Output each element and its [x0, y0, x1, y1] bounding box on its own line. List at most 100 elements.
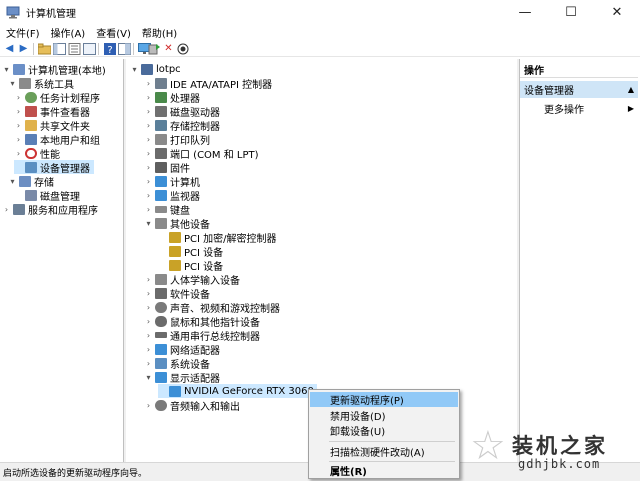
tree-expander[interactable]: ▾ — [8, 79, 17, 88]
device-category[interactable]: › IDE ATA/ATAPI 控制器 — [144, 76, 272, 91]
folder-up-icon[interactable] — [38, 42, 51, 55]
tree-expander[interactable]: › — [144, 205, 153, 214]
menu-action[interactable]: 操作(A) — [46, 25, 91, 40]
device-category[interactable]: › 声音、视频和游戏控制器 — [144, 300, 280, 315]
tree-item-task-scheduler[interactable]: › 任务计划程序 — [14, 90, 100, 105]
tree-expander[interactable]: ▾ — [2, 65, 11, 74]
tree-expander[interactable]: › — [144, 275, 153, 284]
device-category[interactable]: › 磁盘驱动器 — [144, 104, 220, 119]
tree-expander[interactable]: › — [14, 107, 23, 116]
performance-icon — [25, 147, 37, 159]
tree-expander[interactable]: › — [144, 163, 153, 172]
ctx-properties[interactable]: 属性(R) — [310, 463, 458, 478]
tree-item-system-tools[interactable]: ▾ 系统工具 — [8, 76, 74, 91]
tree-expander[interactable]: ▾ — [8, 177, 17, 186]
tree-item-device-manager[interactable]: 设备管理器 — [14, 160, 94, 175]
device-category[interactable]: › 通用串行总线控制器 — [144, 328, 260, 343]
tree-expander[interactable]: › — [144, 93, 153, 102]
more-actions-item[interactable]: 更多操作 ▶ — [544, 101, 638, 116]
menu-view[interactable]: 查看(V) — [91, 25, 136, 40]
tree-expander[interactable]: › — [144, 107, 153, 116]
device-category[interactable]: ▾ 显示适配器 — [144, 370, 220, 385]
device-category[interactable]: › 监视器 — [144, 188, 200, 203]
tree-expander[interactable]: › — [144, 289, 153, 298]
tree-expander[interactable]: › — [144, 191, 153, 200]
ctx-update-driver[interactable]: 更新驱动程序(P) — [310, 392, 458, 407]
menu-file[interactable]: 文件(F) — [1, 25, 45, 40]
enable-device-icon[interactable] — [176, 42, 189, 55]
device-category[interactable]: › 键盘 — [144, 202, 190, 217]
device-category[interactable]: › 端口 (COM 和 LPT) — [144, 146, 259, 161]
tree-expander[interactable]: › — [144, 79, 153, 88]
tree-expander[interactable]: › — [144, 149, 153, 158]
ctx-disable-device[interactable]: 禁用设备(D) — [310, 408, 458, 423]
menu-help[interactable]: 帮助(H) — [137, 25, 182, 40]
show-hide-icon[interactable] — [118, 42, 131, 55]
tree-expander[interactable]: ▾ — [130, 65, 139, 74]
tree-expander[interactable]: › — [144, 135, 153, 144]
device-category[interactable]: › 打印队列 — [144, 132, 210, 147]
tree-expander[interactable]: › — [144, 401, 153, 410]
device-item[interactable]: PCI 加密/解密控制器 — [158, 230, 277, 245]
back-icon[interactable]: ◀ — [3, 42, 16, 55]
close-button[interactable]: ✕ — [594, 0, 640, 24]
device-category[interactable]: › 系统设备 — [144, 356, 210, 371]
device-category[interactable]: › 固件 — [144, 160, 190, 175]
tree-item-shared-folders[interactable]: › 共享文件夹 — [14, 118, 90, 133]
tree-item-services-apps[interactable]: › 服务和应用程序 — [2, 202, 98, 217]
device-category[interactable]: › 人体学输入设备 — [144, 272, 240, 287]
tree-expander[interactable]: › — [14, 93, 23, 102]
local-users-icon — [25, 133, 37, 145]
tree-expander[interactable]: › — [144, 177, 153, 186]
maximize-button[interactable]: ☐ — [548, 0, 594, 24]
list-icon[interactable] — [83, 42, 96, 55]
device-item[interactable]: PCI 设备 — [158, 258, 223, 273]
tree-expander[interactable]: ▾ — [144, 219, 153, 228]
tree-expander[interactable]: › — [14, 149, 23, 158]
tree-expander[interactable]: › — [144, 303, 153, 312]
uninstall-icon[interactable]: ✕ — [162, 42, 175, 55]
tree-expander[interactable]: › — [14, 121, 23, 130]
tree-expander[interactable]: › — [2, 205, 11, 214]
tree-item-computer-management[interactable]: ▾ 计算机管理(本地) — [2, 62, 106, 77]
console-tree-icon[interactable] — [53, 42, 66, 55]
audio-io-icon — [155, 399, 167, 411]
device-category[interactable]: › 计算机 — [144, 174, 200, 189]
tree-item-event-viewer[interactable]: › 事件查看器 — [14, 104, 90, 119]
actions-group-device-manager[interactable]: 设备管理器 ▲ — [520, 81, 638, 98]
forward-icon[interactable]: ▶ — [17, 42, 30, 55]
device-item-nvidia-gpu[interactable]: NVIDIA GeForce RTX 3060 — [158, 384, 317, 398]
event-viewer-icon — [25, 105, 37, 117]
tree-expander[interactable]: › — [144, 331, 153, 340]
tree-expander[interactable]: › — [144, 121, 153, 130]
tree-expander[interactable]: › — [144, 317, 153, 326]
device-category[interactable]: › 处理器 — [144, 90, 200, 105]
tree-item-local-users[interactable]: › 本地用户和组 — [14, 132, 100, 147]
device-root[interactable]: ▾ lotpc — [130, 62, 181, 76]
device-category[interactable]: › 鼠标和其他指针设备 — [144, 314, 260, 329]
device-label: 固件 — [170, 163, 190, 175]
tree-item-storage[interactable]: ▾ 存储 — [8, 174, 54, 189]
console-tree-pane: ▾ 计算机管理(本地) ▾ 系统工具 › 任务计划程序 › 事件查看器 › 共享… — [0, 59, 124, 462]
device-category[interactable]: › 存储控制器 — [144, 118, 220, 133]
tree-expander[interactable]: › — [14, 135, 23, 144]
tree-expander[interactable]: ▾ — [144, 373, 153, 382]
ctx-uninstall-device[interactable]: 卸载设备(U) — [310, 423, 458, 438]
tree-item-disk-management[interactable]: 磁盘管理 — [14, 188, 80, 203]
collapse-up-icon[interactable]: ▲ — [628, 85, 634, 94]
help-icon[interactable]: ? — [103, 42, 116, 55]
device-category[interactable]: › 软件设备 — [144, 286, 210, 301]
device-category[interactable]: ▾ 其他设备 — [144, 216, 210, 231]
device-category[interactable]: › 网络适配器 — [144, 342, 220, 357]
tree-expander[interactable]: › — [144, 359, 153, 368]
ctx-scan-hardware[interactable]: 扫描检测硬件改动(A) — [310, 444, 458, 459]
update-driver-icon[interactable] — [148, 42, 161, 55]
properties-icon[interactable] — [68, 42, 81, 55]
device-item[interactable]: PCI 设备 — [158, 244, 223, 259]
device-category[interactable]: › 音频输入和输出 — [144, 398, 240, 413]
minimize-button[interactable]: — — [502, 0, 548, 24]
tree-item-performance[interactable]: › 性能 — [14, 146, 60, 161]
system-tools-icon — [19, 77, 31, 89]
toolbar: ◀ ▶ ? ✕ — [0, 41, 640, 57]
tree-expander[interactable]: › — [144, 345, 153, 354]
